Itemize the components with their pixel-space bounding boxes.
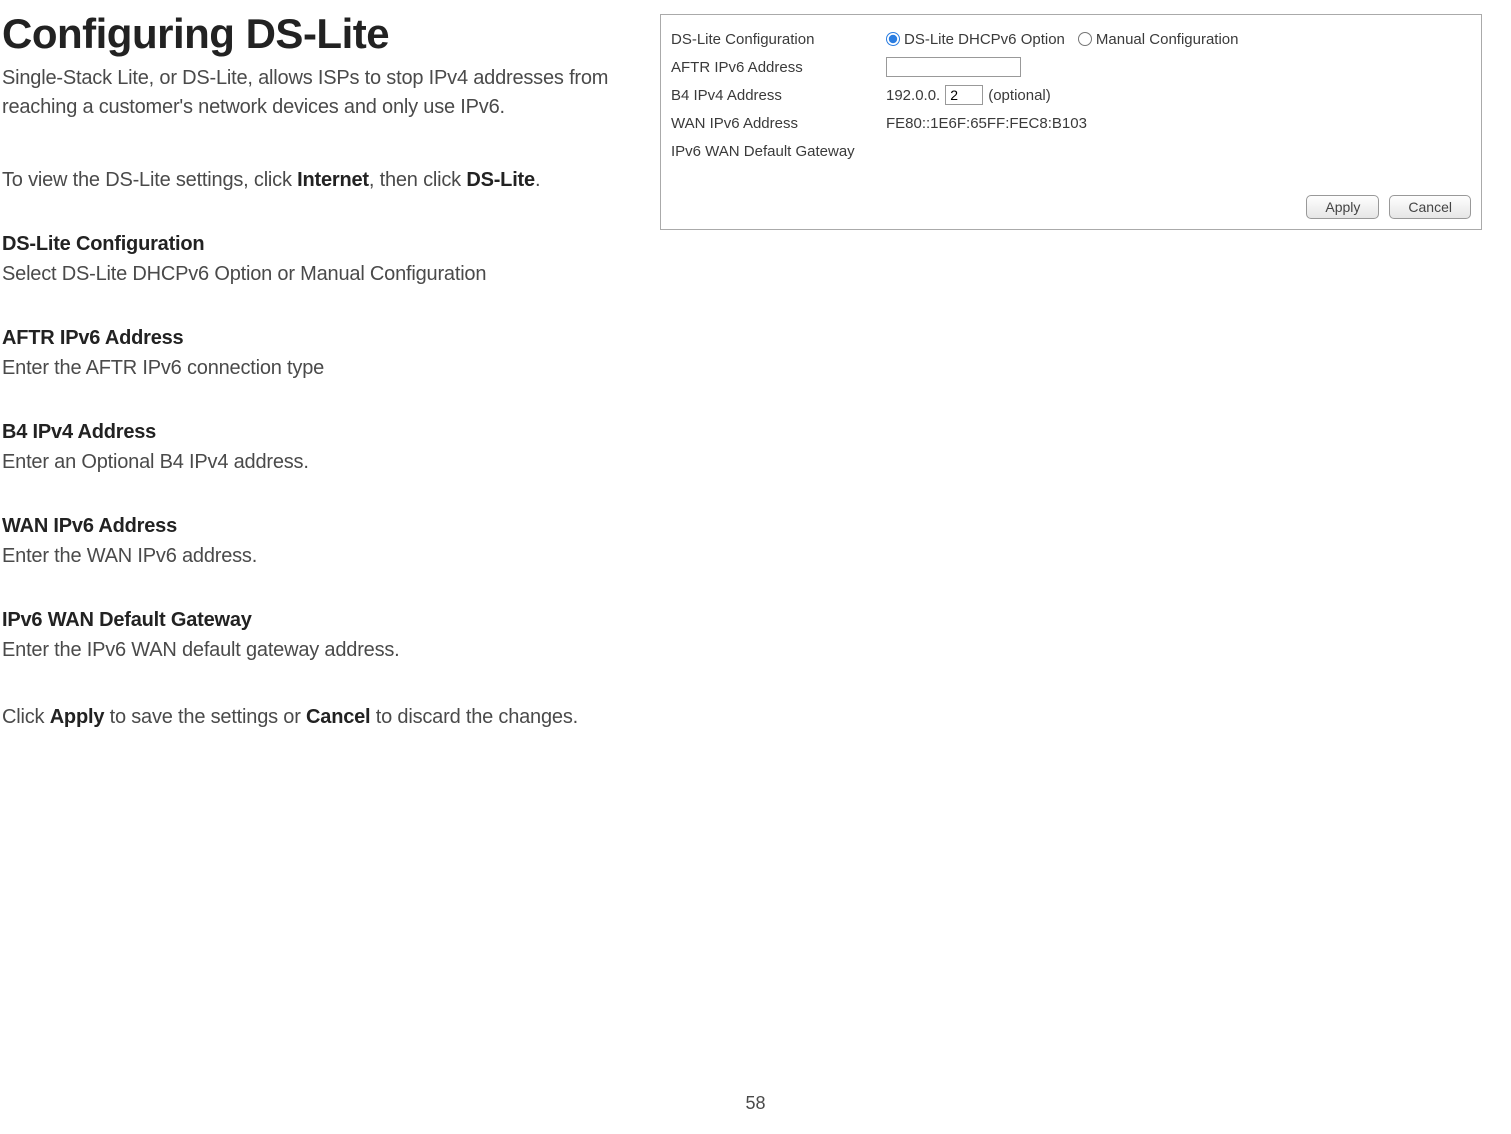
row-ipv6-wan-gateway: IPv6 WAN Default Gateway bbox=[671, 137, 1471, 165]
label-b4: B4 IPv4 Address bbox=[671, 87, 886, 104]
text: to discard the changes. bbox=[370, 706, 578, 728]
text: , then click bbox=[369, 169, 466, 191]
radio-dhcpv6-option[interactable]: DS-Lite DHCPv6 Option bbox=[886, 31, 1065, 48]
radio-dhcpv6-input[interactable] bbox=[886, 32, 900, 46]
b4-prefix: 192.0.0. bbox=[886, 87, 940, 104]
internet-bold: Internet bbox=[297, 169, 369, 191]
page-number: 58 bbox=[0, 1093, 1511, 1114]
page-title: Configuring DS-Lite bbox=[2, 10, 640, 58]
heading-dslite-config: DS-Lite Configuration bbox=[2, 233, 640, 256]
wan-ipv6-value: FE80::1E6F:65FF:FEC8:B103 bbox=[886, 115, 1471, 132]
apply-bold: Apply bbox=[50, 706, 105, 728]
row-aftr-ipv6: AFTR IPv6 Address bbox=[671, 53, 1471, 81]
body-ipv6-gw: Enter the IPv6 WAN default gateway addre… bbox=[2, 636, 640, 665]
row-b4-ipv4: B4 IPv4 Address 192.0.0. (optional) bbox=[671, 81, 1471, 109]
label-wan-ipv6: WAN IPv6 Address bbox=[671, 115, 886, 132]
heading-wan-ipv6: WAN IPv6 Address bbox=[2, 515, 640, 538]
label-dslite-config: DS-Lite Configuration bbox=[671, 31, 886, 48]
text: . bbox=[535, 169, 540, 191]
b4-optional-text: (optional) bbox=[988, 87, 1051, 104]
apply-button[interactable]: Apply bbox=[1306, 195, 1379, 219]
heading-b4: B4 IPv4 Address bbox=[2, 421, 640, 444]
radio-manual-input[interactable] bbox=[1078, 32, 1092, 46]
text: Click bbox=[2, 706, 50, 728]
aftr-ipv6-input[interactable] bbox=[886, 57, 1021, 77]
label-aftr: AFTR IPv6 Address bbox=[671, 59, 886, 76]
radio-manual-label: Manual Configuration bbox=[1096, 31, 1239, 48]
radio-manual-config[interactable]: Manual Configuration bbox=[1078, 31, 1239, 48]
heading-ipv6-gw: IPv6 WAN Default Gateway bbox=[2, 609, 640, 632]
documentation-column: Configuring DS-Lite Single-Stack Lite, o… bbox=[0, 10, 640, 732]
text: To view the DS-Lite settings, click bbox=[2, 169, 297, 191]
b4-ipv4-input[interactable] bbox=[945, 85, 983, 105]
cancel-button[interactable]: Cancel bbox=[1389, 195, 1471, 219]
radio-dhcpv6-label: DS-Lite DHCPv6 Option bbox=[904, 31, 1065, 48]
body-dslite-config: Select DS-Lite DHCPv6 Option or Manual C… bbox=[2, 260, 640, 289]
intro-text: Single-Stack Lite, or DS-Lite, allows IS… bbox=[2, 64, 640, 122]
body-wan-ipv6: Enter the WAN IPv6 address. bbox=[2, 542, 640, 571]
heading-aftr: AFTR IPv6 Address bbox=[2, 327, 640, 350]
row-dslite-configuration: DS-Lite Configuration DS-Lite DHCPv6 Opt… bbox=[671, 25, 1471, 53]
panel-footer: Apply Cancel bbox=[661, 189, 1481, 229]
row-wan-ipv6: WAN IPv6 Address FE80::1E6F:65FF:FEC8:B1… bbox=[671, 109, 1471, 137]
nav-instruction: To view the DS-Lite settings, click Inte… bbox=[2, 166, 640, 195]
label-ipv6-gateway: IPv6 WAN Default Gateway bbox=[671, 143, 886, 160]
footer-instruction: Click Apply to save the settings or Canc… bbox=[2, 703, 640, 732]
body-aftr: Enter the AFTR IPv6 connection type bbox=[2, 354, 640, 383]
cancel-bold: Cancel bbox=[306, 706, 370, 728]
body-b4: Enter an Optional B4 IPv4 address. bbox=[2, 448, 640, 477]
ds-lite-bold: DS-Lite bbox=[466, 169, 535, 191]
dslite-settings-panel: DS-Lite Configuration DS-Lite DHCPv6 Opt… bbox=[660, 14, 1482, 230]
text: to save the settings or bbox=[104, 706, 306, 728]
